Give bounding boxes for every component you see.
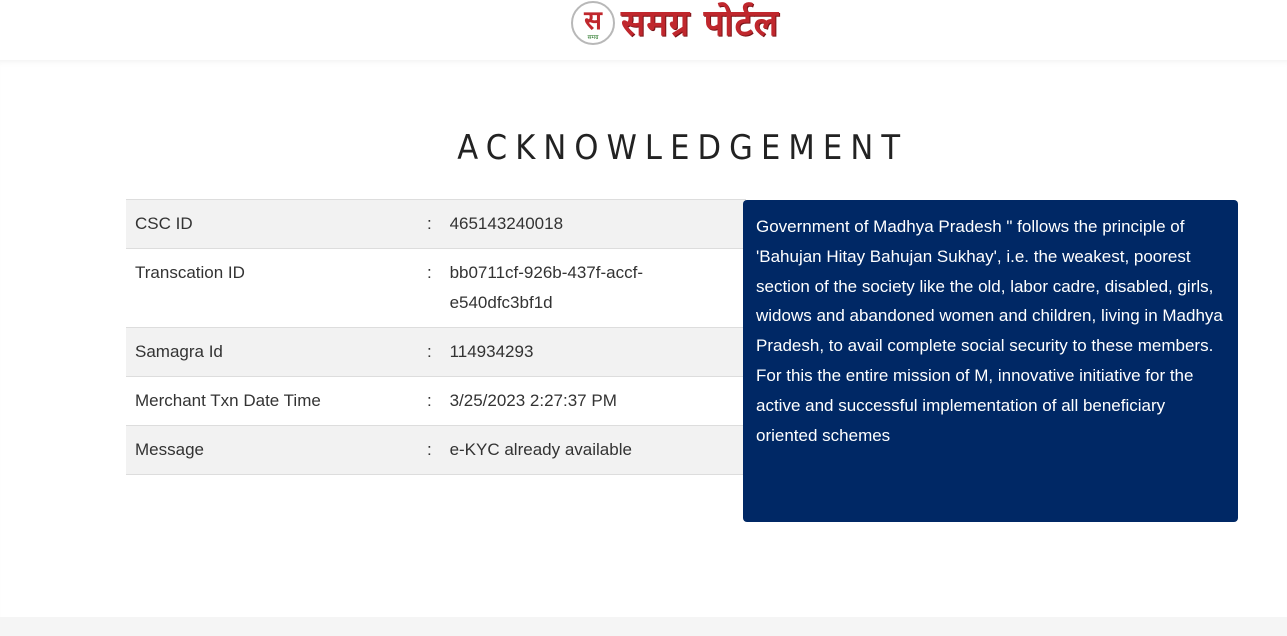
row-label: Merchant Txn Date Time [126,376,419,426]
table-row: CSC ID : 465143240018 [126,199,746,249]
row-separator: : [418,199,441,249]
page-title: ACKNOWLEDGEMENT [457,128,909,168]
logo-text: समग्र पोर्टल [621,2,780,44]
row-value: 114934293 [440,327,746,377]
table-row: Transcation ID : bb0711cf-926b-437f-accf… [126,248,746,328]
row-separator: : [418,327,441,377]
page-footer [0,617,1287,636]
row-value: e-KYC already available [440,425,746,475]
emblem-glyph: स [584,6,602,36]
table-row: Samagra Id : 114934293 [126,327,746,377]
table-row: Message : e-KYC already available [126,425,746,475]
row-separator: : [418,376,441,426]
row-value: 465143240018 [440,199,746,249]
row-value: bb0711cf-926b-437f-accf-e540dfc3bf1d [440,248,746,328]
row-label: Samagra Id [126,327,419,377]
samagra-portal-logo[interactable]: स समग्र समग्र पोर्टल [571,0,779,46]
row-label: CSC ID [126,199,419,249]
mission-info-text: Government of Madhya Pradesh " follows t… [756,217,1223,445]
acknowledgement-details-table: CSC ID : 465143240018 Transcation ID : b… [126,199,746,475]
row-label: Message [126,425,419,475]
samagra-emblem-icon: स समग्र [571,1,615,45]
mission-info-panel: Government of Madhya Pradesh " follows t… [743,200,1238,522]
row-separator: : [418,248,441,328]
table-row: Merchant Txn Date Time : 3/25/2023 2:27:… [126,376,746,426]
row-label: Transcation ID [126,248,419,328]
row-value: 3/25/2023 2:27:37 PM [440,376,746,426]
emblem-caption: समग्र [587,34,599,41]
site-header: स समग्र समग्र पोर्टल [0,0,1287,60]
row-separator: : [418,425,441,475]
